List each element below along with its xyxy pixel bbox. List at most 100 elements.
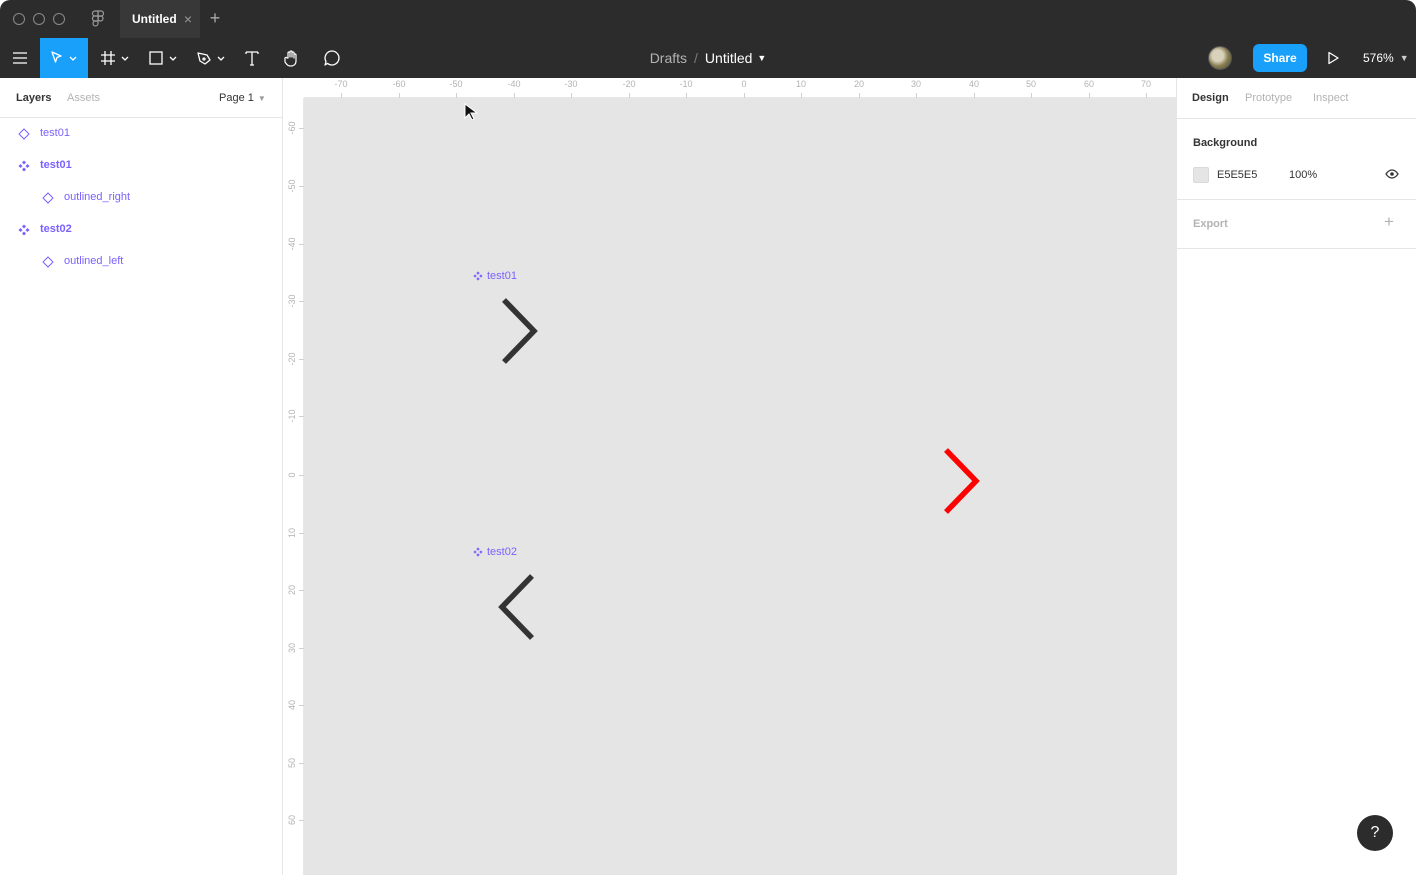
ruler-label: 40 <box>968 79 980 89</box>
ruler-label: 70 <box>1140 79 1152 89</box>
zoom-dropdown[interactable]: 576% ▼ <box>1363 38 1409 78</box>
page-selector[interactable]: Page 1 ▼ <box>219 92 266 104</box>
layer-label: test01 <box>40 159 72 171</box>
instance-icon <box>42 192 54 204</box>
ruler-label: -50 <box>449 79 463 89</box>
ruler-tick <box>299 475 304 476</box>
ruler-tick <box>916 93 917 98</box>
ruler-tick <box>299 416 304 417</box>
divider <box>1177 199 1416 200</box>
cursor-icon <box>464 103 478 121</box>
ruler-label: -20 <box>622 79 636 89</box>
tab-assets[interactable]: Assets <box>67 92 100 104</box>
eye-icon[interactable] <box>1385 169 1399 179</box>
ruler-label: 40 <box>287 699 297 711</box>
text-tool-icon[interactable] <box>236 38 268 78</box>
present-icon[interactable] <box>1321 38 1345 78</box>
tab-prototype[interactable]: Prototype <box>1245 92 1292 104</box>
layer-row[interactable]: test02 <box>0 214 283 246</box>
ruler-tick <box>456 93 457 98</box>
ruler-label: -60 <box>287 121 297 135</box>
component-icon <box>18 224 30 236</box>
ruler-label: 10 <box>795 79 807 89</box>
ruler-label: 10 <box>287 527 297 539</box>
design-panel: Design Prototype Inspect Background E5E5… <box>1176 78 1416 875</box>
component-icon <box>473 547 483 557</box>
background-section-title: Background <box>1193 137 1258 149</box>
horizontal-ruler: -70 -60 -50 -40 -30 -20 -10 0 10 20 30 4… <box>284 78 1176 98</box>
shape-tool-icon[interactable] <box>144 38 184 78</box>
canvas[interactable]: -70 -60 -50 -40 -30 -20 -10 0 10 20 30 4… <box>284 78 1176 875</box>
move-tool-icon[interactable] <box>40 38 88 78</box>
plus-icon[interactable]: + <box>1384 213 1394 230</box>
ruler-label: -70 <box>334 79 348 89</box>
ruler-label: 0 <box>741 79 747 89</box>
file-name[interactable]: Untitled <box>705 50 752 66</box>
ruler-tick <box>629 93 630 98</box>
layer-label: test02 <box>40 223 72 235</box>
ruler-label: 60 <box>1083 79 1095 89</box>
layer-row[interactable]: outlined_left <box>0 246 283 278</box>
page-selector-label: Page 1 <box>219 92 254 104</box>
ruler-tick <box>299 590 304 591</box>
ruler-tick <box>974 93 975 98</box>
ruler-tick <box>859 93 860 98</box>
frame-label-test02[interactable]: test02 <box>473 546 517 558</box>
ruler-label: -50 <box>287 179 297 193</box>
background-hex-input[interactable]: E5E5E5 <box>1217 169 1257 181</box>
ruler-tick <box>299 186 304 187</box>
document-tab-title: Untitled <box>132 12 177 26</box>
layer-row[interactable]: test01 <box>0 150 283 182</box>
chevron-right-icon[interactable] <box>940 446 984 516</box>
help-button[interactable]: ? <box>1357 815 1393 851</box>
menu-icon[interactable] <box>0 38 40 78</box>
layer-row[interactable]: test01 <box>0 118 283 150</box>
ruler-label: 30 <box>287 642 297 654</box>
ruler-label: -60 <box>392 79 406 89</box>
chevron-down-icon[interactable]: ▼ <box>757 53 766 63</box>
background-opacity-input[interactable]: 100% <box>1289 169 1317 181</box>
breadcrumb-drafts[interactable]: Drafts <box>650 50 687 66</box>
tab-inspect[interactable]: Inspect <box>1313 92 1348 104</box>
instance-icon <box>42 256 54 268</box>
ruler-tick <box>299 705 304 706</box>
ruler-tick <box>514 93 515 98</box>
tab-layers[interactable]: Layers <box>16 92 51 104</box>
layer-label: outlined_right <box>64 191 131 203</box>
ruler-tick <box>341 93 342 98</box>
ruler-tick <box>299 820 304 821</box>
share-button[interactable]: Share <box>1253 44 1307 72</box>
ruler-label: -10 <box>287 409 297 423</box>
chevron-left-icon[interactable] <box>494 572 538 642</box>
title-bar: Untitled × + <box>0 0 1416 38</box>
plus-icon[interactable]: + <box>207 8 223 28</box>
close-icon[interactable]: × <box>184 11 192 27</box>
frame-label-test01[interactable]: test01 <box>473 270 517 282</box>
ruler-label: -40 <box>287 237 297 251</box>
component-icon <box>18 160 30 172</box>
comment-tool-icon[interactable] <box>316 38 348 78</box>
tab-design[interactable]: Design <box>1192 92 1229 104</box>
zoom-window-button[interactable] <box>53 13 65 25</box>
ruler-tick <box>1089 93 1090 98</box>
ruler-label: 60 <box>287 814 297 826</box>
ruler-tick <box>744 93 745 98</box>
minimize-window-button[interactable] <box>33 13 45 25</box>
figma-logo-icon[interactable] <box>88 9 108 29</box>
pen-tool-icon[interactable] <box>192 38 232 78</box>
document-tab[interactable]: Untitled × <box>120 0 200 38</box>
ruler-tick <box>1146 93 1147 98</box>
ruler-label: -30 <box>287 294 297 308</box>
toolbar: Drafts / Untitled ▼ Share 576% ▼ <box>0 38 1416 78</box>
hand-tool-icon[interactable] <box>276 38 308 78</box>
background-color-swatch[interactable] <box>1193 167 1209 183</box>
close-window-button[interactable] <box>13 13 25 25</box>
avatar[interactable] <box>1208 46 1232 70</box>
ruler-label: 30 <box>910 79 922 89</box>
divider <box>1177 248 1416 249</box>
ruler-tick <box>299 763 304 764</box>
chevron-right-icon[interactable] <box>498 296 542 366</box>
ruler-tick <box>801 93 802 98</box>
frame-tool-icon[interactable] <box>96 38 136 78</box>
layer-row[interactable]: outlined_right <box>0 182 283 214</box>
